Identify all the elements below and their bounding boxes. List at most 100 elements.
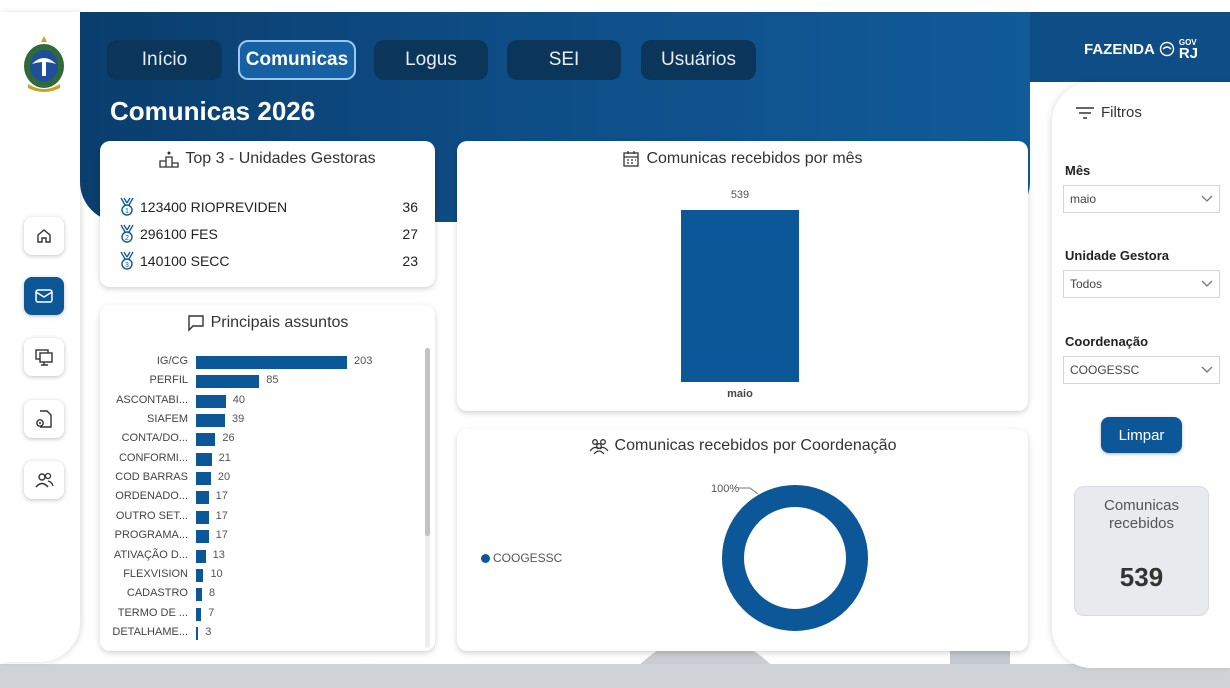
assunto-value: 20 — [217, 471, 231, 484]
assunto-label: PROGRAMA... — [114, 529, 188, 542]
assunto-value: 13 — [212, 548, 225, 561]
top3-value: 23 — [402, 253, 418, 269]
por-mes-bar-value: 539 — [730, 189, 750, 201]
nav-usuarios[interactable]: Usuários — [641, 40, 756, 80]
por-mes-category-label: maio — [727, 388, 753, 400]
assunto-bar[interactable] — [196, 472, 211, 486]
assunto-label: COD BARRAS — [115, 471, 188, 484]
nav-comunicas[interactable]: Comunicas — [238, 40, 356, 80]
assuntos-scrollbar-thumb[interactable] — [425, 348, 430, 536]
top3-name: 296100 FES — [140, 226, 218, 242]
assunto-label: OUTRO SET... — [115, 509, 188, 522]
assunto-label: FLEXVISION — [123, 567, 188, 580]
assunto-bar[interactable] — [196, 433, 216, 447]
sidebar-monitor-button[interactable] — [24, 338, 64, 376]
left-sidebar — [0, 12, 80, 662]
top3-name: 123400 RIOPREVIDEN — [140, 199, 288, 215]
sidebar-document-settings-button[interactable] — [24, 400, 64, 438]
filter-mes-label: Mês — [1065, 163, 1091, 178]
assunto-label: CONTA/DO... — [121, 432, 188, 445]
por-mes-title-text: Comunicas recebidos por mês — [646, 150, 863, 167]
sidebar-comunicas-button[interactable] — [24, 277, 64, 315]
assunto-label: ASCONTABI... — [116, 393, 188, 406]
mail-icon — [35, 289, 53, 303]
assunto-label: TERMO DE ... — [117, 606, 188, 619]
coat-of-arms-logo — [24, 36, 64, 92]
kpi-value: 539 — [1119, 562, 1164, 592]
filter-coord-select[interactable]: COOGESSC — [1063, 356, 1220, 384]
document-settings-icon — [36, 410, 52, 428]
assunto-bar[interactable] — [196, 394, 226, 408]
chevron-down-icon — [1201, 280, 1213, 287]
filter-coord-label: Coordenação — [1065, 334, 1149, 349]
assunto-label: CONFORMI... — [118, 451, 188, 464]
donut-leader-line — [738, 487, 759, 495]
assunto-value: 17 — [215, 490, 228, 503]
bottom-strip — [0, 664, 1230, 688]
podium-icon — [159, 151, 179, 168]
brand-fazenda-text: FAZENDA — [1084, 40, 1155, 58]
assunto-bar[interactable] — [196, 414, 225, 428]
assuntos-scrollbar-track[interactable] — [425, 348, 430, 648]
nav-logus[interactable]: Logus — [374, 40, 488, 80]
assunto-value: 17 — [215, 509, 228, 522]
legend-label: COOGESSC — [493, 551, 563, 565]
top3-row: 1 123400 RIOPREVIDEN 36 — [118, 196, 418, 218]
top3-name: 140100 SECC — [140, 253, 230, 269]
top3-title: Top 3 - Unidades Gestoras — [100, 146, 435, 172]
filters-title-text: Filtros — [1101, 104, 1142, 121]
por-mes-title: Comunicas recebidos por mês — [457, 146, 1028, 172]
sidebar-home-button[interactable] — [24, 217, 64, 255]
assunto-bar[interactable] — [196, 607, 202, 621]
filter-mes-select[interactable]: maio — [1063, 185, 1220, 213]
filters-title: Filtros — [1075, 104, 1142, 121]
assuntos-title: Principais assuntos — [100, 310, 435, 336]
top3-row: 2 296100 FES 27 — [118, 223, 418, 245]
top3-row: 3 140100 SECC 23 — [118, 250, 418, 272]
home-icon — [37, 229, 51, 243]
top3-title-text: Top 3 - Unidades Gestoras — [185, 150, 376, 167]
clear-filters-button[interactable]: Limpar — [1101, 417, 1182, 453]
filter-ug-label: Unidade Gestora — [1065, 248, 1170, 263]
assunto-value: 40 — [232, 393, 245, 406]
por-mes-bar — [681, 210, 799, 382]
assunto-value: 85 — [266, 374, 279, 387]
assunto-bar[interactable] — [196, 375, 260, 389]
assunto-label: SIAFEM — [147, 413, 188, 426]
top3-value: 27 — [402, 226, 418, 242]
assunto-bar[interactable] — [196, 356, 347, 369]
filter-ug-select[interactable]: Todos — [1063, 270, 1220, 298]
assunto-label: ORDENADO... — [115, 490, 188, 503]
assunto-label: ATIVAÇÃO D... — [113, 548, 188, 561]
users-icon — [35, 472, 54, 488]
chat-bubble-icon — [187, 315, 204, 332]
por-coord-title-text: Comunicas recebidos por Coordenação — [614, 437, 897, 454]
filter-ug-value: Todos — [1070, 277, 1103, 291]
assunto-bar[interactable] — [196, 530, 209, 544]
assunto-label: DETALHAME... — [112, 625, 188, 638]
donut-slice-coogessc — [722, 485, 868, 631]
nav-inicio[interactable]: Início — [107, 40, 222, 80]
assunto-value: 10 — [210, 567, 223, 580]
assunto-bar[interactable] — [196, 491, 209, 505]
assunto-bar[interactable] — [196, 626, 199, 640]
assunto-value: 39 — [232, 413, 245, 426]
assunto-bar[interactable] — [196, 588, 202, 602]
kpi-label: Comunicas recebidos — [1103, 497, 1180, 532]
top3-value: 36 — [402, 199, 418, 215]
assunto-value: 26 — [222, 432, 235, 445]
assunto-bar[interactable] — [196, 452, 212, 466]
assunto-bar[interactable] — [196, 568, 204, 582]
nav-sei[interactable]: SEI — [507, 40, 621, 80]
emblem-icon — [1159, 41, 1175, 57]
assunto-bar[interactable] — [196, 510, 209, 524]
people-group-icon — [589, 439, 609, 455]
svg-text:2: 2 — [125, 235, 129, 242]
por-coord-donut-chart: 100% — [711, 483, 868, 631]
assunto-label: CADASTRO — [126, 587, 188, 600]
legend-dot — [481, 553, 490, 563]
assunto-value: 21 — [218, 451, 231, 464]
sidebar-users-button[interactable] — [24, 461, 64, 499]
fazenda-brand-logo: FAZENDA GOV RJ — [1084, 38, 1198, 61]
assunto-bar[interactable] — [196, 549, 206, 563]
